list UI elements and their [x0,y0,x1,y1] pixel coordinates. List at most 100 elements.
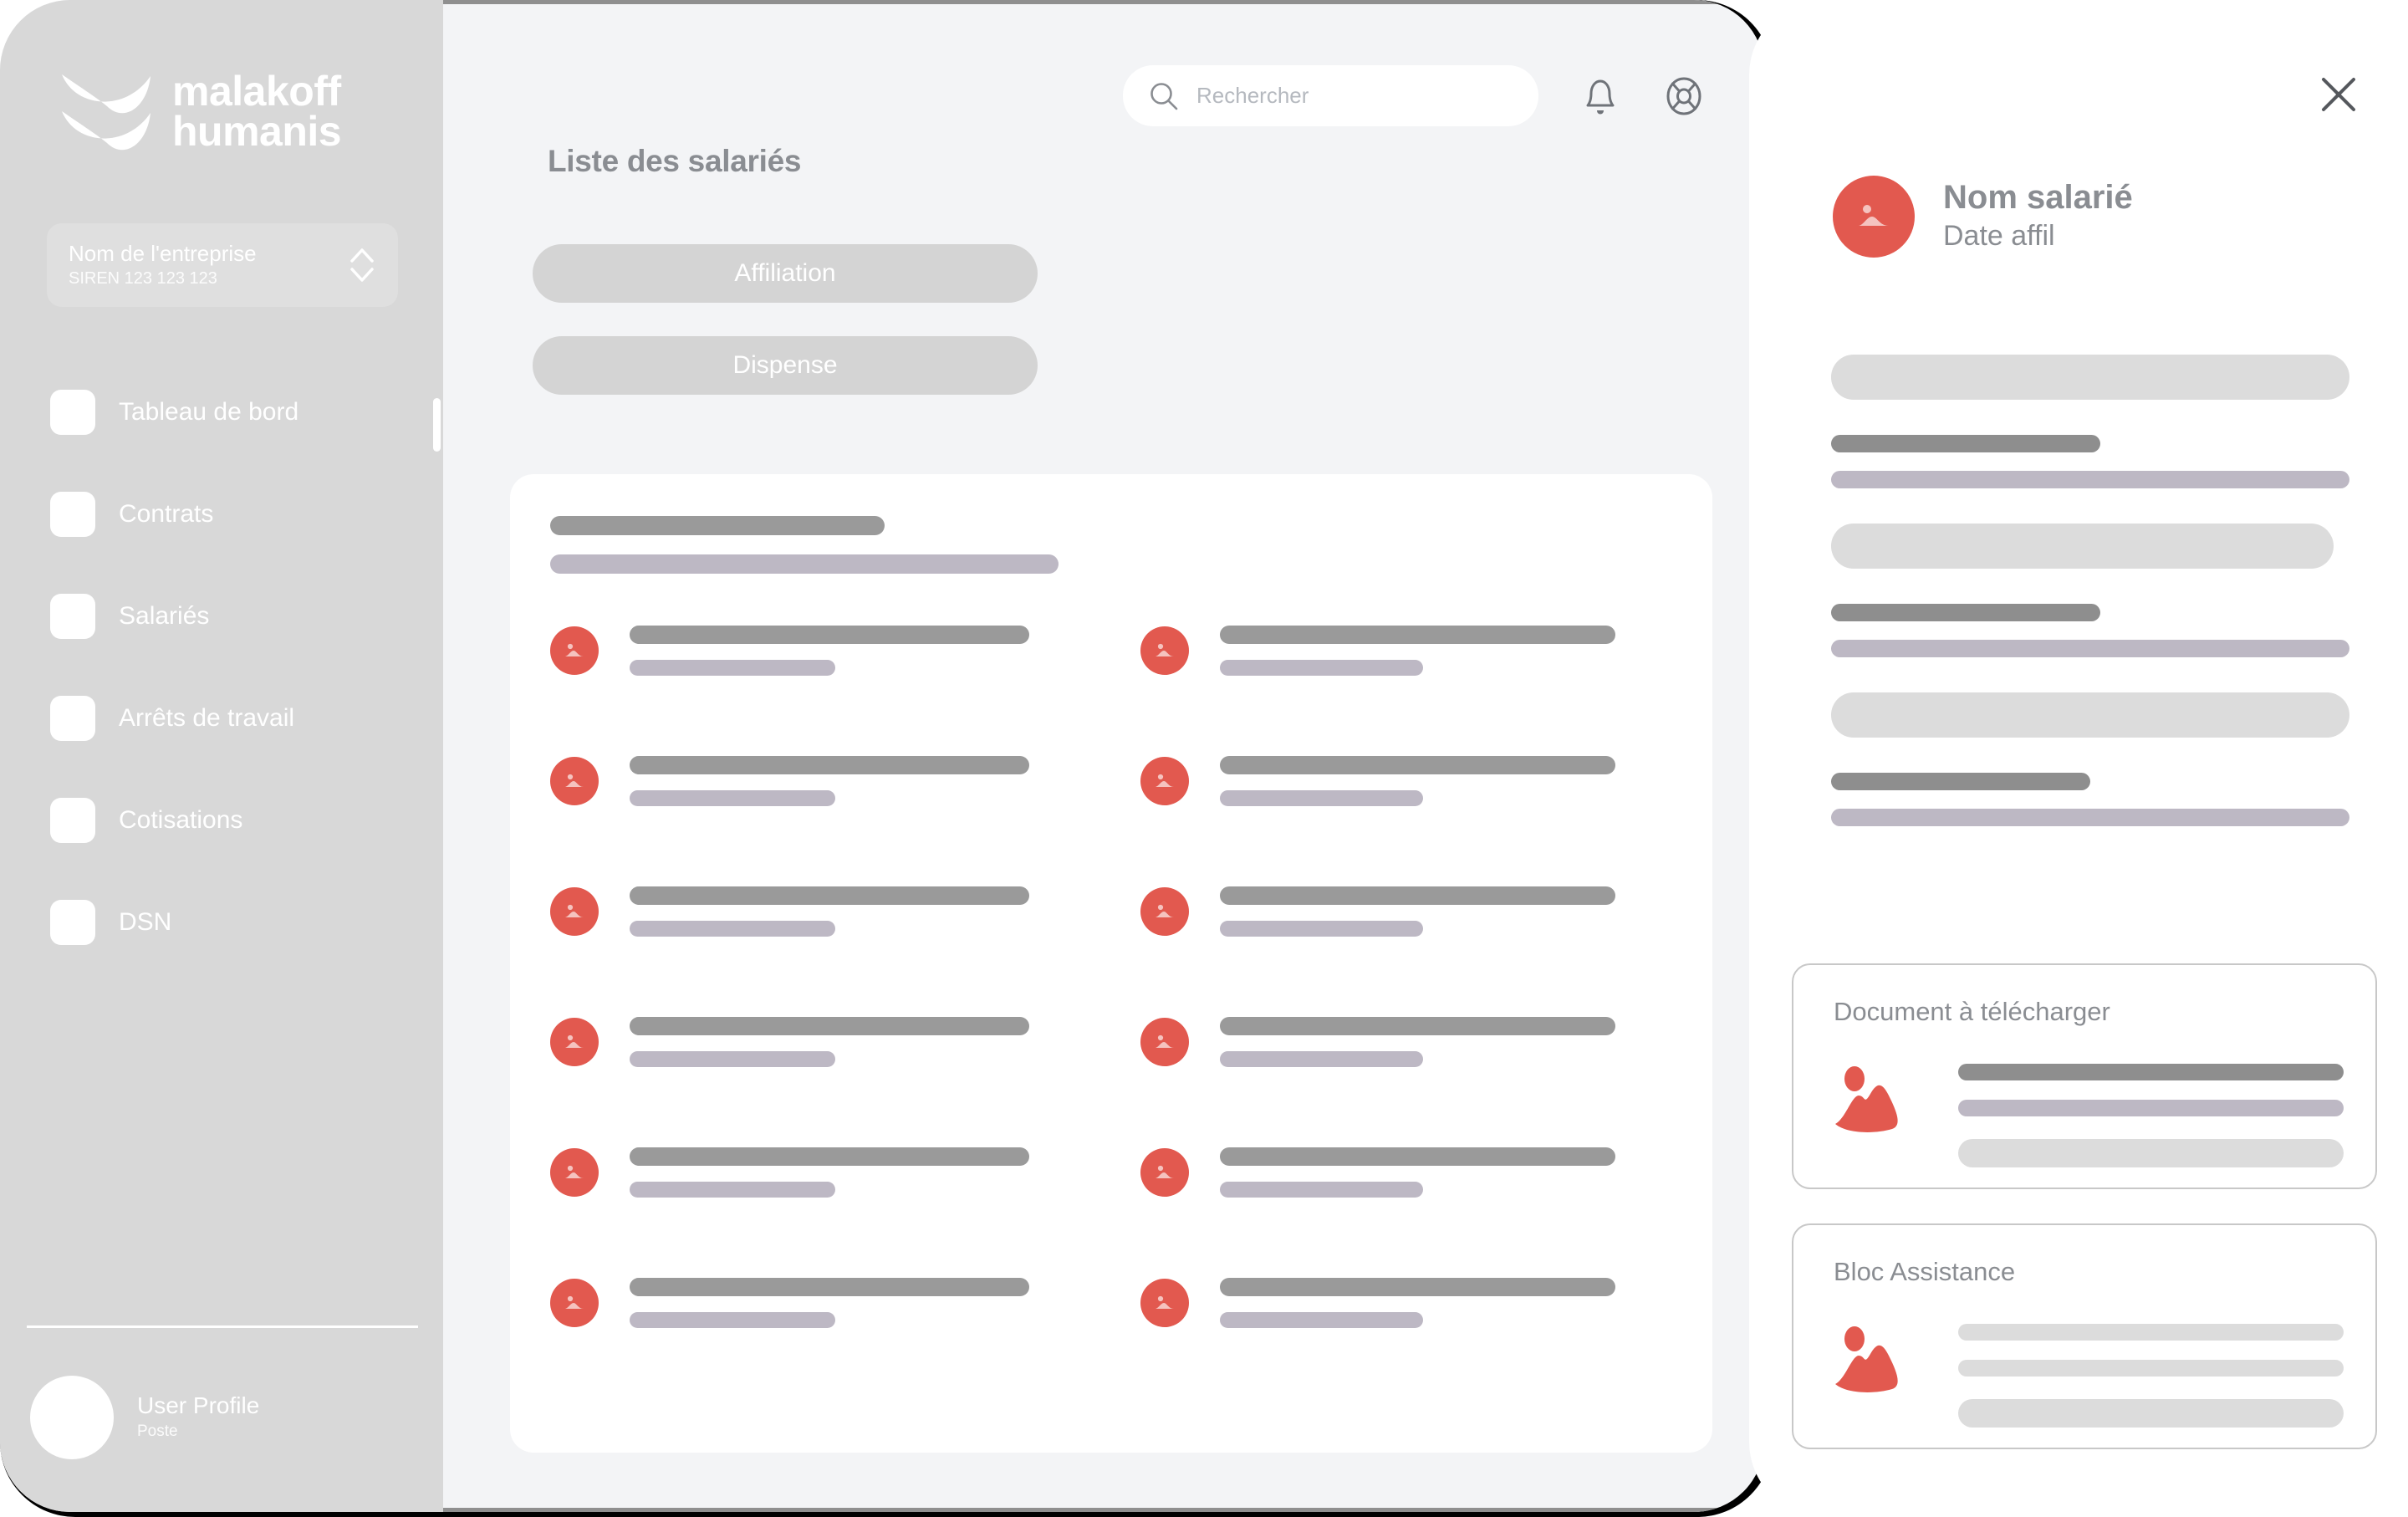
company-switcher[interactable]: Nom de l'entreprise SIREN 123 123 123 [47,223,398,307]
placeholder-bar [1220,659,1423,676]
list-item-lines [1220,1277,1615,1328]
tab-dispense[interactable]: Dispense [533,336,1038,395]
tab-dispense-label: Dispense [732,351,838,379]
image-placeholder-icon [1140,756,1189,805]
image-placeholder-icon [1140,626,1189,675]
list-item[interactable] [1140,1009,1679,1074]
list-item-lines [1220,886,1615,937]
close-button[interactable] [2316,72,2361,117]
placeholder-bar [1958,1360,2344,1377]
list-item-lines [630,1147,1029,1198]
sidebar-item-contrats[interactable]: Contrats [0,483,443,546]
placeholder-bar [630,1147,1029,1166]
malakoff-smile-icon [62,74,150,151]
placeholder-bar [1831,604,2101,621]
employee-detail-skeleton [1831,355,2349,861]
list-item[interactable] [1140,1140,1679,1204]
tab-affiliation-label: Affiliation [734,259,836,287]
sidebar-item-tableau-de-bord[interactable]: Tableau de bord [0,381,443,444]
list-item[interactable] [550,618,1089,682]
image-placeholder-icon [1140,1017,1189,1066]
page-title: Liste des salariés [548,144,802,178]
list-item-lines [1220,625,1615,676]
list-item[interactable] [550,1140,1089,1204]
list-item[interactable] [550,1009,1089,1074]
sidebar-item-arrets-de-travail[interactable]: Arrêts de travail [0,687,443,750]
dsn-icon [50,900,95,945]
tab-affiliation[interactable]: Affiliation [533,244,1038,303]
placeholder-bar [1958,1100,2344,1116]
support-button[interactable] [1660,71,1708,121]
placeholder-bar [1831,355,2349,400]
card-body [1834,1319,2344,1428]
list-item[interactable] [550,879,1089,943]
sidebar-nav: Tableau de bord Contrats Salariés Arrêts… [0,381,443,993]
placeholder-bar [630,1181,835,1198]
sidebar-scrollbar[interactable] [433,398,441,452]
brand-logo: malakoff humanis [60,70,342,152]
assistance-block-card[interactable]: Bloc Assistance [1792,1223,2377,1449]
window-edge-bottom [443,1508,1764,1512]
placeholder-bar [1958,1399,2344,1428]
placeholder-bar [630,789,835,806]
employee-detail-texts: Nom salarié Date affil [1943,177,2133,256]
sidebar-divider [27,1325,418,1328]
screenshot-frame: malakoff humanis Nom de l'entreprise SIR… [0,0,2408,1517]
placeholder-bar [1220,625,1615,644]
search-input[interactable] [1196,83,1481,109]
chevron-up-down-icon [350,248,374,282]
image-placeholder-icon [1833,176,1915,258]
list-item[interactable] [550,1270,1089,1335]
placeholder-bar [1220,1147,1615,1166]
card-lines [1958,1059,2344,1167]
sidebar-item-salaries[interactable]: Salariés [0,585,443,648]
user-profile-role: Poste [137,1423,178,1441]
sidebar-item-cotisations[interactable]: Cotisations [0,789,443,852]
placeholder-bar [1220,920,1423,937]
sidebar-item-label: Tableau de bord [119,398,299,426]
sidebar: malakoff humanis Nom de l'entreprise SIR… [0,0,443,1512]
notifications-button[interactable] [1577,71,1624,121]
placeholder-bar [1831,692,2349,738]
placeholder-bar [1831,524,2334,569]
brand-logo-text: malakoff humanis [172,70,342,152]
image-placeholder-icon [550,1147,599,1197]
list-item-lines [1220,755,1615,806]
list-item[interactable] [1140,1270,1679,1335]
contributions-icon [50,798,95,843]
list-item[interactable] [1140,618,1679,682]
list-item[interactable] [550,748,1089,813]
list-item[interactable] [1140,879,1679,943]
placeholder-bar [1958,1064,2344,1080]
list-item[interactable] [1140,748,1679,813]
lifebuoy-icon [1666,77,1701,115]
employees-icon [50,594,95,639]
app-viewport: malakoff humanis Nom de l'entreprise SIR… [0,0,1764,1512]
search-box[interactable] [1123,65,1538,126]
search-icon [1150,82,1178,110]
sidebar-item-label: Contrats [119,500,214,528]
image-placeholder-icon [550,886,599,936]
image-placeholder-icon [550,756,599,805]
placeholder-bar [1831,471,2349,488]
image-placeholder-icon [1140,1147,1189,1197]
employee-list-card [510,474,1712,1453]
placeholder-bar [550,516,885,535]
user-profile-name: User Profile [137,1392,260,1419]
sidebar-item-dsn[interactable]: DSN [0,891,443,954]
list-item-lines [630,1277,1029,1328]
employee-detail-header: Nom salarié Date affil [1833,176,2133,258]
user-profile[interactable]: User Profile Poste [30,1376,259,1459]
placeholder-bar [1220,1181,1423,1198]
employee-name: Nom salarié [1943,179,2133,217]
document-download-card[interactable]: Document à télécharger [1792,963,2377,1189]
list-item-lines [630,1016,1029,1067]
employee-list-grid [550,618,1679,1335]
list-item-lines [630,625,1029,676]
placeholder-bar [1220,1311,1423,1328]
avatar [30,1376,114,1459]
dashboard-icon [50,390,95,435]
card-body [1834,1059,2344,1167]
company-name: Nom de l'entreprise [69,240,257,266]
sidebar-item-label: Arrêts de travail [119,704,295,732]
